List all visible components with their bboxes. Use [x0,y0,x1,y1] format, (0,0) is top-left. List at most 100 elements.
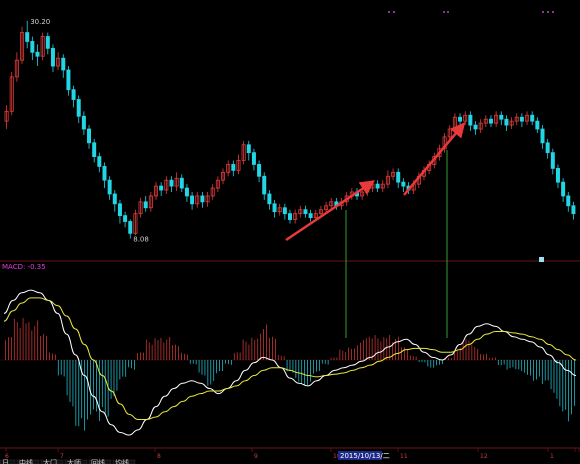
candle [499,111,504,126]
candle [169,176,174,193]
candle [468,111,473,131]
candle [530,111,535,126]
candle [391,168,396,181]
candle [535,117,540,133]
candle [561,178,566,202]
candle [190,192,195,210]
candle [143,195,148,212]
candle [9,71,14,116]
x-tick-label: 1 [550,453,554,460]
candle [463,111,468,126]
bottom-tab[interactable]: 大师 [64,458,88,464]
candle [540,125,545,149]
chart-grid [0,260,580,452]
candle [87,125,92,149]
candle [45,32,50,55]
candle [282,203,287,220]
candle [61,54,66,78]
candle [241,140,246,165]
date-highlight-label: 2015/10/13/二 [340,452,390,460]
candle [221,168,226,185]
candle [525,111,530,126]
candle [251,148,256,171]
candle [473,121,478,135]
candle [117,199,122,224]
candle [92,138,97,163]
bottom-tab[interactable]: 均线 [112,458,136,464]
svg-text:中线: 中线 [19,458,33,464]
candle [303,205,308,218]
candle [231,160,236,177]
candle [396,168,401,189]
candle [226,160,231,177]
candle [66,66,71,96]
candle [107,176,112,200]
candle [545,138,550,159]
candle [401,178,406,193]
bottom-tab[interactable]: 中线 [16,458,40,464]
x-axis-ticks: 6 7 8 9 10 11 12 1 [5,453,554,460]
candle [571,201,576,220]
candle [154,182,159,200]
candle [14,52,19,82]
candlestick-series [4,20,576,239]
trend-annotations [285,122,466,338]
candle [164,176,169,194]
candle [375,180,380,193]
candle [30,36,35,61]
macd-dea-line [3,297,577,421]
info-icon[interactable] [539,257,544,262]
candle [452,113,457,133]
candle [210,184,215,200]
candle [97,152,102,173]
macd-histogram [5,317,575,431]
svg-text:大门: 大门 [43,458,57,464]
x-tick-label: 8 [157,453,161,460]
candle [76,95,81,124]
bottom-tab[interactable]: 回线 [88,458,112,464]
bottom-tabs[interactable]: 日 中线 大门 大师 回线 均线 [0,458,136,464]
candle [148,192,153,212]
x-tick-label: 7 [60,453,64,460]
candle [566,192,571,212]
candle [215,176,220,193]
candle [483,115,488,128]
candle [50,44,55,72]
candle [288,209,292,224]
candle [81,111,86,135]
candle [380,180,385,193]
candle [20,26,25,65]
candle [205,192,210,207]
candle [488,115,493,128]
candle [267,190,272,210]
candle [174,172,179,192]
candle [138,197,143,218]
candle [25,20,30,49]
candle [370,180,375,193]
candle [179,174,184,193]
candle [478,119,483,133]
candle [56,52,61,70]
candle [112,190,117,212]
candle [308,209,313,222]
candle [195,192,200,208]
candle [458,113,463,128]
candle [123,211,128,228]
candle [102,162,107,189]
x-tick-label: 9 [254,453,258,460]
svg-text:大师: 大师 [67,458,81,464]
candle [555,164,560,189]
candle [200,192,205,208]
x-tick-label: 11 [400,453,408,460]
candle [40,32,45,61]
candle [509,117,514,130]
candle [35,44,40,67]
candle [257,160,262,183]
candle [298,205,303,218]
x-tick-label: 12 [480,453,488,460]
bottom-tab[interactable]: 日 [0,459,16,464]
corner-markers [388,11,554,262]
candle [128,219,133,239]
candle [236,154,241,175]
price-low-label: 8.08 [133,235,149,243]
